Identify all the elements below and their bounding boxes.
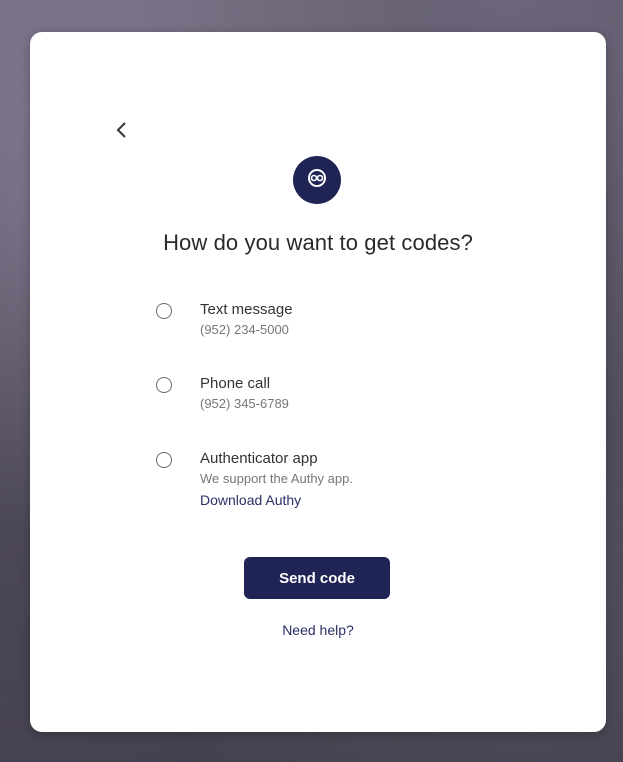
back-button[interactable]: [110, 120, 134, 144]
chevron-left-icon: [115, 121, 129, 144]
verification-dialog: How do you want to get codes? Text messa…: [30, 32, 606, 732]
radio-phone-call[interactable]: [156, 377, 172, 393]
option-label: Phone call: [200, 375, 271, 392]
option-phone-number: (952) 234-5000: [200, 322, 289, 337]
brand-logo: [293, 156, 341, 204]
option-label: Authenticator app: [200, 450, 318, 467]
page-title: How do you want to get codes?: [163, 230, 473, 255]
download-authy-link[interactable]: Download Authy: [200, 489, 301, 511]
option-phone-number: (952) 345-6789: [200, 396, 289, 411]
send-code-button[interactable]: Send code: [244, 557, 390, 599]
radio-text-message[interactable]: [156, 303, 172, 319]
need-help-link[interactable]: Need help?: [30, 622, 606, 638]
brand-logo-icon: [306, 167, 328, 194]
option-description: We support the Authy app.: [200, 471, 353, 486]
option-label: Text message: [200, 301, 293, 318]
radio-authenticator-app[interactable]: [156, 452, 172, 468]
